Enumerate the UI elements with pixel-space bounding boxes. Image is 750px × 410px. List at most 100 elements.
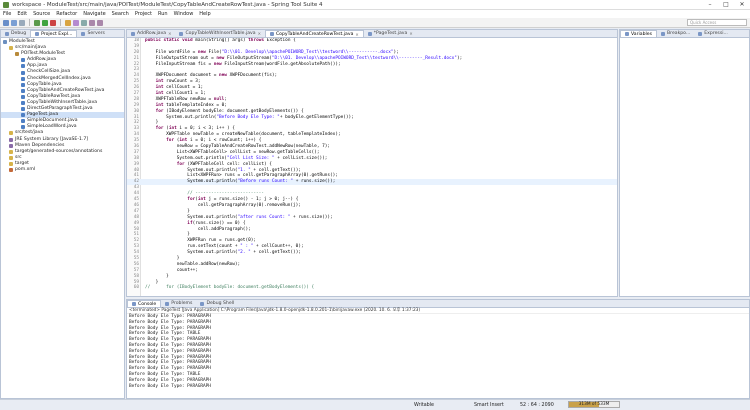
console-tab[interactable]: Console bbox=[127, 300, 162, 307]
lib-icon bbox=[9, 143, 13, 148]
tab-icon bbox=[165, 301, 170, 306]
code-area[interactable]: 18 public static void main(String[] args)… bbox=[127, 38, 617, 296]
status-cursor-position: 52 : 64 : 2090 bbox=[520, 403, 554, 408]
editor-tab[interactable]: CopyTableWithInsertTable.java ✕ bbox=[175, 30, 264, 37]
tab-icon bbox=[200, 301, 205, 306]
tree-item[interactable]: pom.xml bbox=[1, 167, 124, 173]
java-icon bbox=[21, 100, 25, 105]
menu-item-run[interactable]: Run bbox=[158, 11, 168, 17]
lib-icon bbox=[9, 137, 13, 142]
tab-label: Expressi... bbox=[704, 31, 728, 36]
java-icon bbox=[21, 58, 25, 63]
code-lines[interactable]: 18 public static void main(String[] args)… bbox=[127, 38, 617, 291]
console-output[interactable]: Before Body Ele Type: PARAGRAPH Before Bo… bbox=[127, 314, 749, 389]
next-annotation-icon[interactable] bbox=[81, 19, 87, 26]
run-icon[interactable] bbox=[42, 19, 48, 26]
tab-label: *PageTest.java bbox=[373, 31, 408, 36]
editor-tab[interactable]: AddRow.java ✕ bbox=[127, 30, 175, 37]
minimize-icon[interactable]: – bbox=[702, 1, 718, 8]
package-icon bbox=[15, 52, 19, 57]
console-tab[interactable]: Debug Shell bbox=[196, 300, 238, 307]
close-tab-icon[interactable]: ✕ bbox=[409, 30, 412, 37]
console-tab[interactable]: Problems bbox=[161, 300, 196, 307]
quick-access-input[interactable]: Quick Access bbox=[687, 19, 747, 26]
code-text: // for (IBodyElement bodyEle: document.g… bbox=[145, 285, 315, 291]
editor-tab[interactable]: *PageTest.java ✕ bbox=[364, 30, 417, 37]
close-tab-icon[interactable]: ✕ bbox=[355, 31, 358, 38]
menu-item-refactor[interactable]: Refactor bbox=[56, 11, 77, 17]
tab-label: Debug Shell bbox=[206, 301, 235, 306]
toolbar-divider bbox=[29, 19, 30, 26]
menu-item-file[interactable]: File bbox=[3, 11, 11, 17]
tab-icon bbox=[131, 31, 135, 36]
save-icon[interactable] bbox=[11, 19, 17, 26]
java-icon bbox=[21, 64, 25, 69]
xml-icon bbox=[9, 168, 13, 173]
tab-icon bbox=[269, 32, 274, 36]
new-icon[interactable] bbox=[3, 19, 9, 26]
toolbar-divider bbox=[60, 19, 61, 26]
variables-panel: Variables Breakpo... Expressi... bbox=[619, 29, 750, 297]
forward-icon[interactable] bbox=[97, 19, 103, 26]
java-icon bbox=[21, 82, 25, 87]
debug-icon[interactable] bbox=[34, 19, 40, 26]
editor-tab[interactable]: CopyTableAndCreateRowTest.java ✕ bbox=[264, 30, 364, 38]
close-tab-icon[interactable]: ✕ bbox=[168, 30, 171, 37]
tab-label: Variables bbox=[631, 31, 652, 37]
status-insert-mode: Smart Insert bbox=[474, 403, 504, 408]
close-tab-icon[interactable]: ✕ bbox=[258, 30, 261, 37]
menu-item-window[interactable]: Window bbox=[174, 11, 194, 17]
maximize-icon[interactable]: □ bbox=[718, 1, 734, 8]
project-tree: ModuleTest src/main/java POITest.ModuleTes… bbox=[1, 38, 124, 174]
close-icon[interactable]: ✕ bbox=[734, 1, 750, 8]
tab-label: Console bbox=[138, 301, 157, 307]
java-icon bbox=[21, 94, 25, 99]
open-type-icon[interactable] bbox=[65, 19, 71, 26]
tree-item-label: pom.xml bbox=[15, 166, 36, 172]
tab-icon bbox=[625, 32, 629, 36]
search-icon[interactable] bbox=[73, 19, 79, 26]
tab-icon bbox=[179, 31, 184, 36]
window-title: workspace - ModuleTest/src/main/java/POI… bbox=[12, 1, 323, 8]
app-icon bbox=[3, 1, 9, 8]
folder-icon bbox=[9, 131, 13, 136]
tab-label: Servers bbox=[87, 31, 105, 36]
right-panel-tab[interactable]: Expressi... bbox=[694, 30, 732, 37]
tab-icon bbox=[81, 31, 86, 36]
left-panel-tab[interactable]: Servers bbox=[77, 30, 108, 37]
java-icon bbox=[21, 88, 25, 93]
tab-icon bbox=[367, 31, 372, 36]
menu-item-navigate[interactable]: Navigate bbox=[83, 11, 105, 17]
editor-tabs: AddRow.java ✕ CopyTableWithInsertTable.jav… bbox=[127, 30, 617, 38]
title-bar: workspace - ModuleTest/src/main/java/POI… bbox=[0, 0, 750, 10]
project-explorer-panel: Debug Project Expl... Servers ModuleTest sr… bbox=[0, 29, 125, 399]
menu-item-source[interactable]: Source bbox=[33, 11, 50, 17]
left-panel-tab[interactable]: Debug bbox=[1, 30, 30, 37]
status-writable: Writable bbox=[414, 403, 434, 408]
tab-icon bbox=[132, 302, 136, 306]
menu-item-edit[interactable]: Edit bbox=[17, 11, 27, 17]
back-icon[interactable] bbox=[89, 19, 95, 26]
folder-icon bbox=[9, 149, 13, 154]
save-all-icon[interactable] bbox=[19, 19, 25, 26]
java-icon bbox=[21, 76, 25, 81]
menu-item-search[interactable]: Search bbox=[112, 11, 129, 17]
code-line[interactable]: 60 // for (IBodyElement bodyEle: document… bbox=[127, 285, 617, 291]
tab-label: CopyTableAndCreateRowTest.java bbox=[275, 31, 354, 37]
menu-item-help[interactable]: Help bbox=[199, 11, 210, 17]
folder-icon bbox=[9, 46, 13, 51]
java-icon bbox=[21, 119, 25, 124]
left-panel-tabs: Debug Project Expl... Servers bbox=[1, 30, 124, 38]
tab-label: Debug bbox=[11, 31, 27, 36]
menu-item-project[interactable]: Project bbox=[135, 11, 152, 17]
heap-label: 313M of 533M bbox=[578, 402, 610, 407]
stop-icon[interactable] bbox=[50, 19, 56, 26]
tab-icon bbox=[698, 31, 703, 36]
left-panel-tab[interactable]: Project Expl... bbox=[30, 30, 78, 37]
tab-label: Breakpo... bbox=[667, 31, 691, 36]
heap-status[interactable]: 313M of 533M bbox=[568, 401, 620, 408]
right-panel-tab[interactable]: Breakpo... bbox=[657, 30, 694, 37]
right-panel-tabs: Variables Breakpo... Expressi... bbox=[620, 30, 749, 38]
folder-icon bbox=[9, 155, 13, 160]
right-panel-tab[interactable]: Variables bbox=[620, 30, 657, 37]
